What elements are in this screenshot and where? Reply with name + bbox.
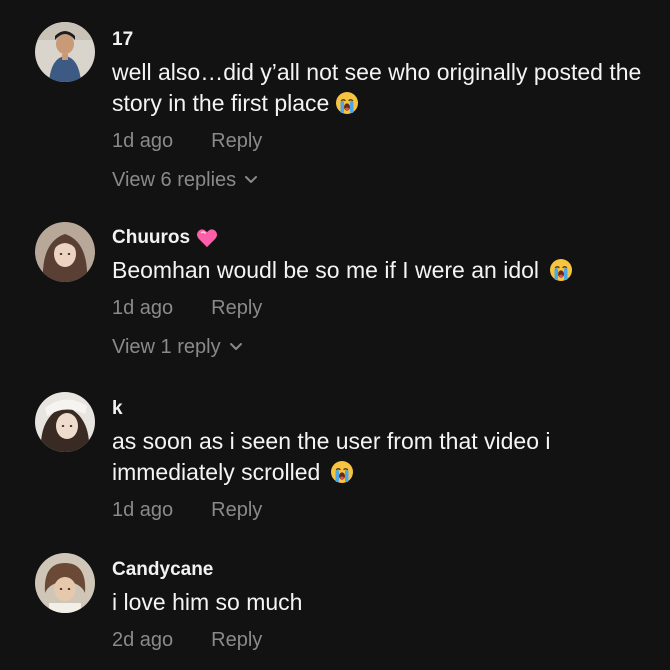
username[interactable]: Chuuros: [112, 226, 650, 250]
avatar[interactable]: [35, 22, 95, 82]
view-replies-button[interactable]: View 1 reply: [112, 334, 650, 360]
username[interactable]: 17: [112, 28, 650, 52]
username[interactable]: k: [112, 397, 650, 421]
view-replies-label: View 1 reply: [112, 335, 221, 358]
comment-text-content: well also…did y’all not see who original…: [112, 59, 642, 116]
avatar[interactable]: [35, 553, 95, 613]
comment-text: well also…did y’all not see who original…: [112, 57, 650, 119]
comment-text-content: i love him so much: [112, 589, 303, 615]
comment-text-content: Beomhan woudl be so me if I were an idol: [112, 257, 540, 283]
comment-text: i love him so much: [112, 587, 650, 618]
username[interactable]: Candycane: [112, 558, 650, 582]
reply-button[interactable]: Reply: [211, 627, 262, 653]
pink-heart-icon: [197, 229, 218, 248]
username-text[interactable]: 17: [112, 28, 133, 52]
crying-face-icon: [335, 91, 359, 115]
comment-meta: 2d ago Reply: [112, 627, 650, 653]
comment-body: Chuuros Beomhan woudl be so me if I were…: [112, 226, 650, 360]
comment-text: Beomhan woudl be so me if I were an idol: [112, 255, 650, 286]
comment-meta: 1d ago Reply: [112, 295, 650, 321]
timestamp: 2d ago: [112, 629, 174, 651]
crying-face-icon: [549, 258, 573, 282]
reply-button[interactable]: Reply: [211, 497, 262, 523]
comment-body: k as soon as i seen the user from that v…: [112, 397, 650, 523]
timestamp: 1d ago: [112, 499, 174, 521]
username-text[interactable]: Candycane: [112, 558, 213, 582]
comment-meta: 1d ago Reply: [112, 128, 650, 154]
avatar[interactable]: [35, 222, 95, 282]
avatar[interactable]: [35, 392, 95, 452]
chevron-down-icon: [245, 176, 258, 183]
timestamp: 1d ago: [112, 130, 174, 152]
username-text[interactable]: Chuuros: [112, 226, 190, 250]
timestamp: 1d ago: [112, 297, 174, 319]
comment-meta: 1d ago Reply: [112, 497, 650, 523]
view-replies-button[interactable]: View 6 replies: [112, 167, 650, 193]
crying-face-icon: [330, 460, 354, 484]
comment-body: 17 well also…did y’all not see who origi…: [112, 28, 650, 193]
chevron-down-icon: [229, 343, 242, 350]
comment-text: as soon as i seen the user from that vid…: [112, 426, 612, 488]
reply-button[interactable]: Reply: [211, 295, 262, 321]
view-replies-label: View 6 replies: [112, 168, 237, 191]
reply-button[interactable]: Reply: [211, 128, 262, 154]
username-text[interactable]: k: [112, 397, 123, 421]
comment-body: Candycane i love him so much 2d ago Repl…: [112, 558, 650, 653]
